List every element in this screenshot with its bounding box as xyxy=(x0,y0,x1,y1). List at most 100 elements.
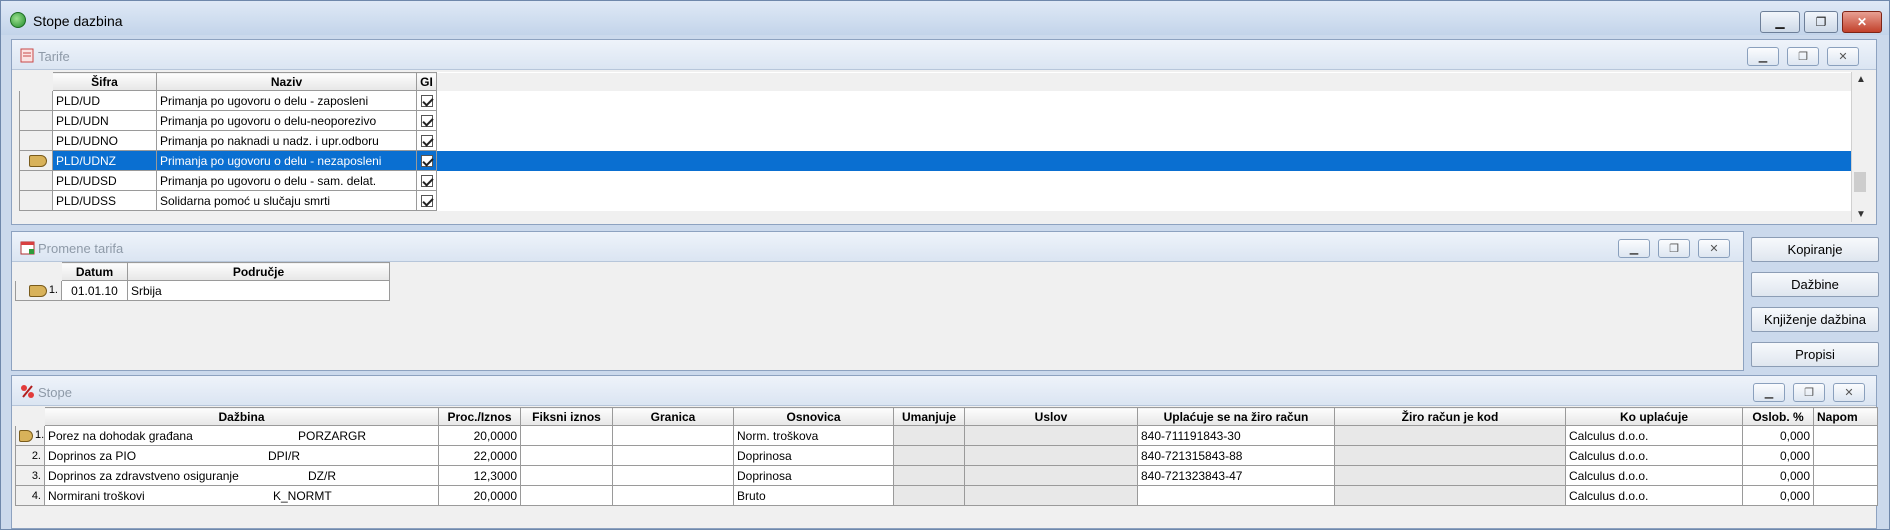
column-header-podrucje[interactable]: Područje xyxy=(127,262,390,281)
column-header-napomena[interactable]: Napom xyxy=(1813,407,1878,426)
fiksni-cell[interactable] xyxy=(520,425,613,446)
granica-cell[interactable] xyxy=(612,485,734,506)
tarife-scrollbar[interactable]: ▲ ▼ xyxy=(1851,72,1867,222)
minimize-button[interactable]: ▁ xyxy=(1760,11,1800,33)
ko-uplacuje-cell[interactable]: Calculus d.o.o. xyxy=(1565,485,1743,506)
knjizenje-dazbina-button[interactable]: Knjiženje dažbina xyxy=(1751,307,1879,332)
gi-checkbox[interactable] xyxy=(420,195,433,208)
sifra-cell[interactable]: PLD/UDNZ xyxy=(52,150,157,171)
column-header-dazbina[interactable]: Dažbina xyxy=(44,407,439,426)
sifra-cell[interactable]: PLD/UD xyxy=(52,90,157,111)
table-row[interactable]: 3. Doprinos za zdravstveno osiguranje DZ/… xyxy=(15,465,1878,486)
column-header-granica[interactable]: Granica xyxy=(612,407,734,426)
column-header-gi[interactable]: GI xyxy=(416,72,437,91)
naziv-cell[interactable]: Primanja po ugovoru o delu-neoporezivo xyxy=(156,110,417,131)
table-row[interactable]: PLD/UDSD Primanja po ugovoru o delu - sa… xyxy=(19,170,1860,191)
scroll-down-icon[interactable]: ▼ xyxy=(1856,209,1866,220)
naziv-cell[interactable]: Primanja po ugovoru o delu - nezaposleni xyxy=(156,150,417,171)
gi-checkbox[interactable] xyxy=(420,175,433,188)
sifra-cell[interactable]: PLD/UDN xyxy=(52,110,157,131)
column-header-uslov[interactable]: Uslov xyxy=(964,407,1138,426)
tarife-minimize-button[interactable]: ▁ xyxy=(1747,47,1779,66)
stope-minimize-button[interactable]: ▁ xyxy=(1753,383,1785,402)
table-row[interactable]: 1. 01.01.10 Srbija xyxy=(15,280,390,301)
ziro-cell[interactable]: 840-721315843-88 xyxy=(1137,445,1335,466)
ko-uplacuje-cell[interactable]: Calculus d.o.o. xyxy=(1565,425,1743,446)
table-row[interactable]: PLD/UDSS Solidarna pomoć u slučaju smrti xyxy=(19,190,1860,211)
osnovica-cell[interactable]: Norm. troškova xyxy=(733,425,894,446)
ziro-cell[interactable]: 840-711191843-30 xyxy=(1137,425,1335,446)
gi-checkbox[interactable] xyxy=(420,115,433,128)
osnovica-cell[interactable]: Doprinosa xyxy=(733,445,894,466)
granica-cell[interactable] xyxy=(612,425,734,446)
oslob-cell[interactable]: 0,000 xyxy=(1742,465,1814,486)
napomena-cell[interactable] xyxy=(1813,445,1878,466)
ziro-cell[interactable]: 840-721323843-47 xyxy=(1137,465,1335,486)
dazbine-button[interactable]: Dažbine xyxy=(1751,272,1879,297)
ko-uplacuje-cell[interactable]: Calculus d.o.o. xyxy=(1565,445,1743,466)
dazbina-cell[interactable]: Porez na dohodak građana PORZARGR xyxy=(44,425,439,446)
fiksni-cell[interactable] xyxy=(520,465,613,486)
uslov-cell[interactable] xyxy=(964,465,1138,486)
column-header-naziv[interactable]: Naziv xyxy=(156,72,417,91)
naziv-cell[interactable]: Primanja po ugovoru o delu - zaposleni xyxy=(156,90,417,111)
kopiranje-button[interactable]: Kopiranje xyxy=(1751,237,1879,262)
fiksni-cell[interactable] xyxy=(520,485,613,506)
oslob-cell[interactable]: 0,000 xyxy=(1742,445,1814,466)
oslob-cell[interactable]: 0,000 xyxy=(1742,425,1814,446)
gi-checkbox[interactable] xyxy=(420,135,433,148)
ziro-kod-cell[interactable] xyxy=(1334,445,1566,466)
stope-restore-button[interactable]: ❐ xyxy=(1793,383,1825,402)
proc-cell[interactable]: 20,0000 xyxy=(438,425,521,446)
table-row[interactable]: PLD/UDNO Primanja po naknadi u nadz. i u… xyxy=(19,130,1860,151)
table-row[interactable]: 1. Porez na dohodak građana PORZARGR 20,0… xyxy=(15,425,1878,446)
column-header-fiksni-iznos[interactable]: Fiksni iznos xyxy=(520,407,613,426)
ziro-cell[interactable] xyxy=(1137,485,1335,506)
column-header-ziro-racun-kod[interactable]: Žiro račun je kod xyxy=(1334,407,1566,426)
table-row[interactable]: PLD/UDN Primanja po ugovoru o delu-neopo… xyxy=(19,110,1860,131)
dazbina-cell[interactable]: Doprinos za zdravstveno osiguranje DZ/R xyxy=(44,465,439,486)
proc-cell[interactable]: 22,0000 xyxy=(438,445,521,466)
sifra-cell[interactable]: PLD/UDNO xyxy=(52,130,157,151)
umanjuje-cell[interactable] xyxy=(893,445,965,466)
table-row-selected[interactable]: PLD/UDNZ Primanja po ugovoru o delu - ne… xyxy=(19,150,1860,171)
stope-close-button[interactable]: ✕ xyxy=(1833,383,1865,402)
sifra-cell[interactable]: PLD/UDSS xyxy=(52,190,157,211)
table-row[interactable]: 2. Doprinos za PIO DPI/R 22,0000 Doprinos… xyxy=(15,445,1878,466)
naziv-cell[interactable]: Primanja po ugovoru o delu - sam. delat. xyxy=(156,170,417,191)
umanjuje-cell[interactable] xyxy=(893,485,965,506)
column-header-proc-iznos[interactable]: Proc./Iznos xyxy=(438,407,521,426)
uslov-cell[interactable] xyxy=(964,425,1138,446)
osnovica-cell[interactable]: Doprinosa xyxy=(733,465,894,486)
tarife-close-button[interactable]: ✕ xyxy=(1827,47,1859,66)
scroll-up-icon[interactable]: ▲ xyxy=(1856,74,1866,85)
column-header-sifra[interactable]: Šifra xyxy=(52,72,157,91)
column-header-oslob[interactable]: Oslob. % xyxy=(1742,407,1814,426)
table-row[interactable]: 4. Normirani troškovi K_NORMT 20,0000 Bru… xyxy=(15,485,1878,506)
proc-cell[interactable]: 20,0000 xyxy=(438,485,521,506)
column-header-osnovica[interactable]: Osnovica xyxy=(733,407,894,426)
column-header-umanjuje[interactable]: Umanjuje xyxy=(893,407,965,426)
dazbina-cell[interactable]: Normirani troškovi K_NORMT xyxy=(44,485,439,506)
tarife-restore-button[interactable]: ❐ xyxy=(1787,47,1819,66)
umanjuje-cell[interactable] xyxy=(893,425,965,446)
datum-cell[interactable]: 01.01.10 xyxy=(61,280,128,301)
naziv-cell[interactable]: Primanja po naknadi u nadz. i upr.odboru xyxy=(156,130,417,151)
osnovica-cell[interactable]: Bruto xyxy=(733,485,894,506)
gi-checkbox[interactable] xyxy=(420,155,433,168)
promene-close-button[interactable]: ✕ xyxy=(1698,239,1730,258)
granica-cell[interactable] xyxy=(612,445,734,466)
uslov-cell[interactable] xyxy=(964,485,1138,506)
dazbina-cell[interactable]: Doprinos za PIO DPI/R xyxy=(44,445,439,466)
gi-checkbox[interactable] xyxy=(420,95,433,108)
fiksni-cell[interactable] xyxy=(520,445,613,466)
proc-cell[interactable]: 12,3000 xyxy=(438,465,521,486)
maximize-button[interactable]: ❐ xyxy=(1804,11,1838,33)
column-header-ko-uplacuje[interactable]: Ko uplaćuje xyxy=(1565,407,1743,426)
ziro-kod-cell[interactable] xyxy=(1334,485,1566,506)
propisi-button[interactable]: Propisi xyxy=(1751,342,1879,367)
ziro-kod-cell[interactable] xyxy=(1334,425,1566,446)
ziro-kod-cell[interactable] xyxy=(1334,465,1566,486)
promene-minimize-button[interactable]: ▁ xyxy=(1618,239,1650,258)
napomena-cell[interactable] xyxy=(1813,465,1878,486)
